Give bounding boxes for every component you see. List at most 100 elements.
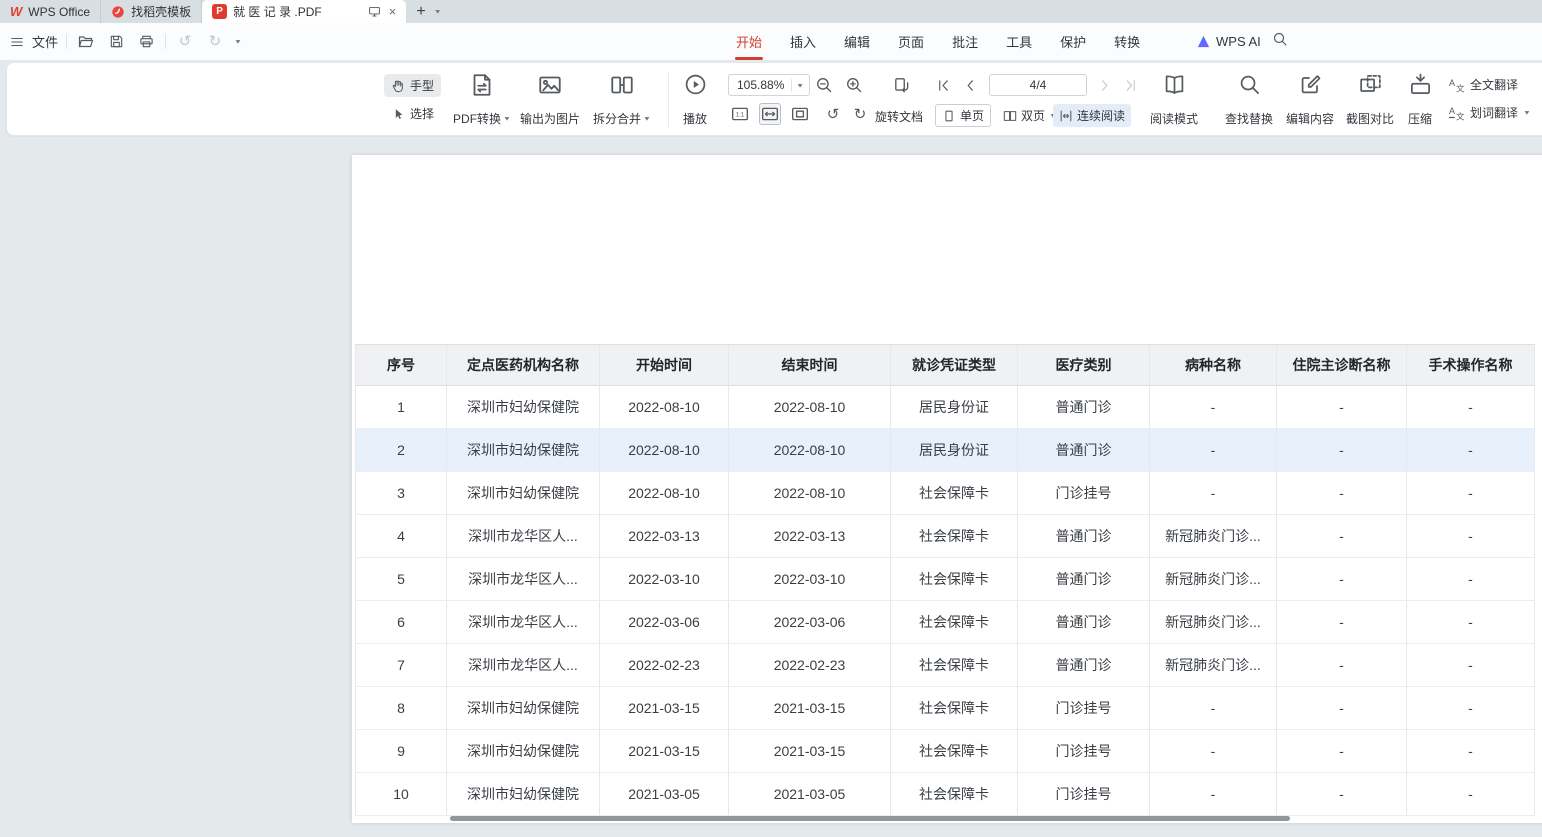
- tab-docer-templates[interactable]: 找稻壳模板: [101, 0, 202, 23]
- export-image-button[interactable]: 输出为图片: [514, 73, 586, 127]
- continuous-read-button[interactable]: 连续阅读: [1053, 104, 1131, 127]
- table-cell: 社会保障卡: [891, 773, 1018, 815]
- tab-list-chevron-icon[interactable]: ▼: [434, 8, 442, 15]
- zoom-combobox[interactable]: 105.88% ▼: [728, 74, 810, 96]
- horizontal-scrollbar-thumb[interactable]: [450, 816, 1290, 821]
- table-row: 1深圳市妇幼保健院2022-08-102022-08-10居民身份证普通门诊--…: [355, 386, 1535, 429]
- table-cell: 新冠肺炎门诊...: [1150, 515, 1277, 557]
- table-cell: 门诊挂号: [1018, 773, 1150, 815]
- first-page-button[interactable]: [932, 74, 954, 96]
- table-cell: 深圳市龙华区人...: [447, 515, 600, 557]
- undo-button[interactable]: ↺: [174, 31, 196, 53]
- table-cell: 2022-03-06: [600, 601, 729, 643]
- compress-button[interactable]: 压缩: [1392, 73, 1448, 127]
- hand-tool-button[interactable]: 手型: [384, 74, 441, 97]
- menu-convert[interactable]: 转换: [1114, 23, 1140, 60]
- menu-protect[interactable]: 保护: [1060, 23, 1086, 60]
- fit-page-button[interactable]: [789, 103, 811, 125]
- menu-edit[interactable]: 编辑: [844, 23, 870, 60]
- table-cell: 2022-08-10: [729, 472, 891, 514]
- close-tab-icon[interactable]: ×: [387, 4, 399, 19]
- zoom-chevron-icon[interactable]: ▼: [796, 82, 804, 89]
- new-tab-button[interactable]: +: [416, 3, 425, 21]
- actual-size-button[interactable]: 1:1: [729, 103, 751, 125]
- menu-annotate[interactable]: 批注: [952, 23, 978, 60]
- screenshot-compare-label: 截图对比: [1346, 110, 1394, 127]
- one-to-one-icon: 1:1: [731, 105, 749, 123]
- table-cell: -: [1150, 687, 1277, 729]
- zoom-in-button[interactable]: [843, 74, 865, 96]
- fit-window-icon: [893, 76, 911, 94]
- redo-button[interactable]: ↻: [204, 31, 226, 53]
- pdf-convert-button[interactable]: PDF转换▼: [446, 73, 518, 127]
- tab-label: WPS Office: [28, 5, 90, 19]
- table-cell: -: [1407, 386, 1535, 428]
- single-page-mode-button[interactable]: 单页: [935, 104, 991, 127]
- divider: [66, 34, 67, 49]
- cursor-icon: [391, 107, 405, 121]
- fit-width-icon: [761, 105, 779, 123]
- table-cell: -: [1150, 429, 1277, 471]
- word-translate-button[interactable]: A 文 划词翻译 ▼: [1449, 104, 1531, 121]
- table-cell: -: [1150, 386, 1277, 428]
- table-cell: -: [1407, 644, 1535, 686]
- file-menu[interactable]: 文件: [32, 32, 58, 51]
- table-cell: 深圳市妇幼保健院: [447, 687, 600, 729]
- double-page-icon: [1003, 109, 1017, 123]
- previous-page-button[interactable]: [959, 74, 981, 96]
- rotate-right-button[interactable]: ↻: [849, 103, 871, 125]
- double-page-label: 双页: [1021, 107, 1045, 124]
- zoom-in-icon: [845, 76, 863, 94]
- next-page-button[interactable]: [1093, 74, 1115, 96]
- play-button[interactable]: 播放: [670, 73, 720, 127]
- table-cell: 2022-03-10: [729, 558, 891, 600]
- read-mode-button[interactable]: 阅读模式: [1138, 73, 1210, 127]
- table-cell: 深圳市妇幼保健院: [447, 472, 600, 514]
- svg-text:文: 文: [1456, 83, 1465, 93]
- page-number-input[interactable]: 4/4: [989, 74, 1087, 96]
- select-tool-button[interactable]: 选择: [384, 102, 441, 125]
- undo-history-chevron-icon[interactable]: ▼: [234, 38, 242, 45]
- table-cell: 2: [355, 429, 447, 471]
- single-page-label: 单页: [960, 107, 984, 124]
- wps-ai-button[interactable]: WPS AI: [1196, 23, 1261, 60]
- document-viewport[interactable]: 序号定点医药机构名称开始时间结束时间就诊凭证类型医疗类别病种名称住院主诊断名称手…: [0, 137, 1542, 837]
- rotate-doc-button[interactable]: 旋转文档: [875, 108, 923, 125]
- split-merge-icon: [610, 73, 634, 97]
- table-cell: 社会保障卡: [891, 472, 1018, 514]
- folder-open-icon: [78, 34, 94, 50]
- rotate-left-button[interactable]: ↺: [822, 103, 844, 125]
- menu-insert[interactable]: 插入: [790, 23, 816, 60]
- table-cell: -: [1277, 601, 1407, 643]
- table-cell: 深圳市龙华区人...: [447, 558, 600, 600]
- table-cell: -: [1407, 730, 1535, 772]
- full-translate-button[interactable]: A 文 全文翻译: [1449, 76, 1518, 93]
- table-cell: 居民身份证: [891, 429, 1018, 471]
- table-cell: 普通门诊: [1018, 515, 1150, 557]
- play-label: 播放: [683, 110, 707, 127]
- hamburger-menu-icon[interactable]: [10, 35, 24, 49]
- table-cell: 普通门诊: [1018, 601, 1150, 643]
- undo-icon: ↺: [179, 34, 192, 49]
- tab-document-pdf[interactable]: P 就 医 记 录 .PDF ×: [202, 0, 406, 23]
- table-cell: -: [1407, 601, 1535, 643]
- print-button[interactable]: [135, 31, 157, 53]
- menu-home[interactable]: 开始: [736, 23, 762, 60]
- menu-page[interactable]: 页面: [898, 23, 924, 60]
- pan-page-button[interactable]: [891, 74, 913, 96]
- zoom-out-button[interactable]: [813, 74, 835, 96]
- find-replace-icon: [1238, 73, 1261, 96]
- fit-width-button[interactable]: [759, 103, 781, 125]
- search-button[interactable]: [1272, 31, 1288, 47]
- open-file-button[interactable]: [75, 31, 97, 53]
- screen-share-icon[interactable]: [368, 5, 381, 18]
- tab-wps-home[interactable]: W WPS Office: [0, 0, 101, 23]
- table-cell: 2021-03-05: [600, 773, 729, 815]
- save-button[interactable]: [105, 31, 127, 53]
- table-cell: 深圳市龙华区人...: [447, 601, 600, 643]
- table-row: 9深圳市妇幼保健院2021-03-152021-03-15社会保障卡门诊挂号--…: [355, 730, 1535, 773]
- word-translate-label: 划词翻译: [1470, 104, 1518, 121]
- zoom-value: 105.88%: [737, 78, 784, 92]
- split-merge-button[interactable]: 拆分合并▼: [586, 73, 658, 127]
- menu-tools[interactable]: 工具: [1006, 23, 1032, 60]
